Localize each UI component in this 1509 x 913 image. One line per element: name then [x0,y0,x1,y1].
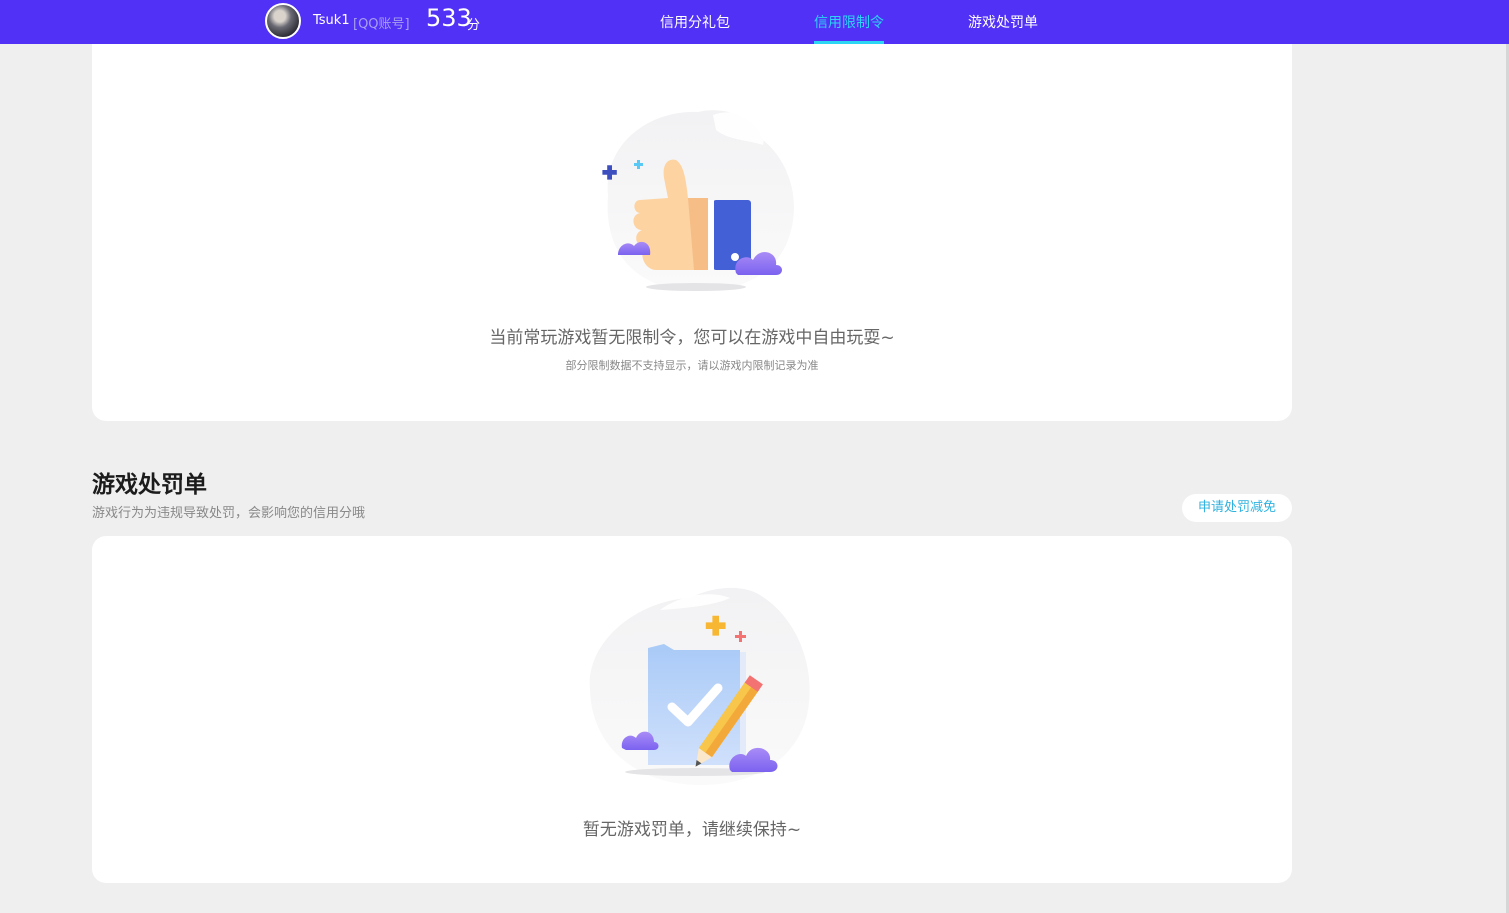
restriction-note: 部分限制数据不支持显示，请以游戏内限制记录为准 [565,359,819,372]
section-title: 游戏处罚单 [92,472,207,498]
tab-credit-restriction[interactable]: 信用限制令 [814,12,884,32]
checklist-pencil-illustration [589,587,810,785]
account-type-label: [QQ账号] [353,17,410,32]
credit-score-unit: 分 [467,18,481,33]
credit-score: 533 [426,4,472,32]
top-nav-bar: Tsuk1 [QQ账号] 533 分 信用分礼包 信用限制令 游戏处罚单 [0,0,1509,44]
apply-penalty-reduction-button[interactable]: 申请处罚减免 [1182,494,1292,522]
section-description: 游戏行为为违规导致处罚，会影响您的信用分哦 [92,506,366,521]
username: Tsuk1 [313,13,350,28]
tab-credit-gift[interactable]: 信用分礼包 [660,12,730,32]
thumbs-up-illustration [602,110,794,291]
tab-game-penalty[interactable]: 游戏处罚单 [968,12,1038,32]
restriction-empty-text: 当前常玩游戏暂无限制令，您可以在游戏中自由玩耍~ [489,328,895,348]
penalty-empty-text: 暂无游戏罚单，请继续保持~ [582,820,802,840]
user-avatar[interactable] [265,3,301,39]
